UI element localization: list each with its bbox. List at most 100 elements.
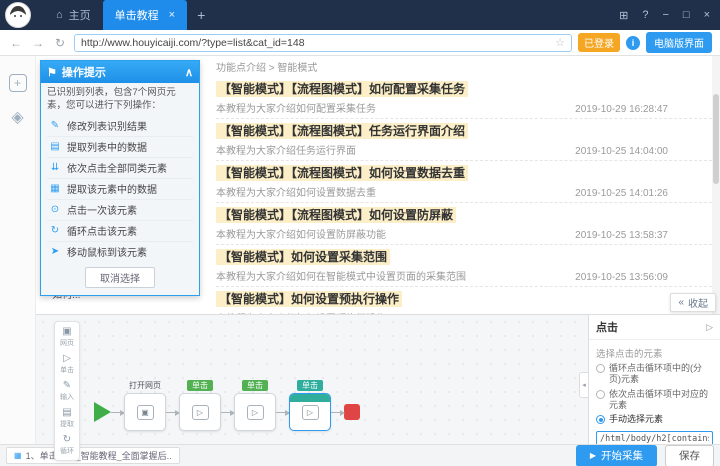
- action-label: 依次点击全部同类元素: [67, 160, 167, 175]
- article-entry: 【智能模式】【流程图模式】如何设置数据去重 本教程为大家介绍如何设置数据去重 2…: [216, 161, 712, 203]
- tips-header: ⚑ 操作提示 ∧: [41, 61, 199, 83]
- flow-diagram: 打开网页 ▣ 单击 ▷ 单击 ▷: [94, 393, 360, 431]
- loop-icon: ↻: [49, 225, 61, 236]
- action-extract-element[interactable]: ▦ 提取该元素中的数据: [47, 179, 193, 200]
- action-move-mouse[interactable]: ➤ 移动鼠标到该元素: [47, 242, 193, 262]
- radio-icon[interactable]: [596, 390, 605, 399]
- cursor-icon: ➤: [49, 246, 61, 257]
- article-title[interactable]: 【智能模式】【流程图模式】如何设置数据去重: [216, 165, 468, 181]
- forward-button[interactable]: →: [30, 36, 46, 50]
- click-icon: ▷: [63, 353, 71, 364]
- operation-tips-panel: ⚑ 操作提示 ∧ 已识别到列表，包含7个网页元素，您可以进行下列操作： ✎ 修改…: [40, 60, 200, 296]
- article-entry: 【智能模式】【流程图模式】如何设置防屏蔽 本教程为大家介绍如何设置防屏蔽功能 2…: [216, 203, 712, 245]
- titlebar: ⌂ 主页 单击教程 × + ⊞ ? − □ ×: [0, 0, 720, 30]
- tips-title: 操作提示: [62, 64, 106, 80]
- login-status-badge[interactable]: 已登录: [578, 33, 620, 52]
- save-button[interactable]: 保存: [665, 445, 714, 466]
- scrollbar-thumb[interactable]: [713, 94, 719, 184]
- start-node[interactable]: [94, 402, 111, 422]
- article-entry: 【智能模式】如何设置预执行操作 本教程为大家介绍如何设置预执行操作 2019-1…: [216, 287, 712, 314]
- node-click-2[interactable]: 单击 ▷: [234, 393, 276, 431]
- flow-connector: [166, 412, 179, 413]
- extract-icon: ▦: [49, 183, 61, 194]
- article-title[interactable]: 【智能模式】【流程图模式】如何配置采集任务: [216, 81, 468, 97]
- task-tab-label: 1、单击教程_智能教程_全面掌握后..: [26, 449, 172, 462]
- action-click-all-similar[interactable]: ⇊ 依次点击全部同类元素: [47, 158, 193, 179]
- option-manual-select[interactable]: 手动选择元素: [596, 414, 713, 425]
- action-label: 修改列表识别结果: [67, 118, 147, 133]
- article-desc: 本教程为大家介绍如何设置数据去重: [216, 184, 376, 199]
- back-button[interactable]: ←: [8, 36, 24, 50]
- tips-body: 已识别到列表，包含7个网页元素，您可以进行下列操作： ✎ 修改列表识别结果 ▤ …: [41, 83, 199, 295]
- flowchart-canvas[interactable]: ▣ 网页 ▷ 单击 ✎ 输入: [36, 315, 588, 444]
- new-task-icon[interactable]: +: [9, 74, 27, 92]
- tab-click-tutorial[interactable]: 单击教程 ×: [103, 0, 187, 30]
- click-once-icon: ⊙: [49, 204, 61, 215]
- node-click-3-selected[interactable]: 单击 ▷: [289, 393, 331, 431]
- article-title[interactable]: 【智能模式】如何设置预执行操作: [216, 291, 402, 307]
- refresh-button[interactable]: ↻: [52, 36, 68, 50]
- article-entry: 【智能模式】【流程图模式】任务运行界面介绍 本教程为大家介绍任务运行界面 201…: [216, 119, 712, 161]
- info-icon[interactable]: i: [626, 36, 640, 50]
- palette-extract[interactable]: ▤ 提取: [60, 407, 74, 429]
- action-label: 提取该元素中的数据: [67, 181, 157, 196]
- task-tab[interactable]: ▦ 1、单击教程_智能教程_全面掌握后..: [6, 447, 180, 464]
- article-title[interactable]: 【智能模式】如何设置采集范围: [216, 249, 390, 265]
- node-label: 打开网页: [129, 380, 161, 391]
- app-window: ⌂ 主页 单击教程 × + ⊞ ? − □ × ← → ↻ ☆ 已登录 i 电脑…: [0, 0, 720, 466]
- article-desc: 本教程为大家介绍如何设置预执行操作: [216, 310, 386, 314]
- bookmark-star-icon[interactable]: ☆: [555, 36, 565, 49]
- click-node-icon: ▷: [247, 405, 264, 420]
- palette-open-page[interactable]: ▣ 网页: [60, 326, 74, 348]
- collapse-bottom-panel-button[interactable]: « 收起: [670, 293, 716, 312]
- palette-input[interactable]: ✎ 输入: [60, 380, 74, 402]
- run-step-icon[interactable]: ▷: [706, 322, 713, 333]
- article-desc: 本教程为大家介绍如何在智能模式中设置页面的采集范围: [216, 268, 466, 283]
- user-avatar[interactable]: [5, 2, 31, 28]
- url-input[interactable]: [81, 37, 551, 49]
- action-loop-click[interactable]: ↻ 循环点击该元素: [47, 221, 193, 242]
- node-click-1[interactable]: 单击 ▷: [179, 393, 221, 431]
- maximize-icon[interactable]: □: [683, 9, 690, 21]
- radio-icon[interactable]: [596, 364, 605, 373]
- article-entry: 【智能模式】【流程图模式】如何配置采集任务 本教程为大家介绍如何配置采集任务 2…: [216, 77, 712, 119]
- palette-click[interactable]: ▷ 单击: [60, 353, 74, 375]
- minimize-icon[interactable]: −: [662, 9, 668, 21]
- new-tab-button[interactable]: +: [187, 0, 215, 30]
- table-icon: ▤: [49, 141, 61, 152]
- end-node[interactable]: [344, 404, 360, 420]
- section-select-element: 选择点击的元素: [596, 346, 713, 360]
- tab-close-icon[interactable]: ×: [169, 9, 175, 21]
- article-title[interactable]: 【智能模式】【流程图模式】如何设置防屏蔽: [216, 207, 456, 223]
- node-label: 单击: [297, 380, 323, 391]
- pc-view-button[interactable]: 电脑版界面: [646, 32, 712, 53]
- option-loop-matching[interactable]: 依次点击循环项中对应的元素: [596, 389, 713, 412]
- article-title[interactable]: 【智能模式】【流程图模式】任务运行界面介绍: [216, 123, 468, 139]
- bottom-bar: ▦ 1、单击教程_智能教程_全面掌握后.. ▶ 开始采集 保存: [0, 444, 720, 466]
- action-extract-list[interactable]: ▤ 提取列表中的数据: [47, 137, 193, 158]
- palette-loop[interactable]: ↻ 循环: [60, 434, 74, 456]
- extract-data-icon: ▤: [62, 407, 71, 418]
- panel-divider-handle[interactable]: ◂: [579, 372, 589, 398]
- apps-grid-icon[interactable]: ⊞: [619, 9, 628, 22]
- help-icon[interactable]: ?: [642, 9, 648, 21]
- layers-icon[interactable]: ◈: [9, 108, 27, 126]
- webpage-icon: ▣: [62, 326, 71, 337]
- action-click-once[interactable]: ⊙ 点击一次该元素: [47, 200, 193, 221]
- tips-intro-text: 已识别到列表，包含7个网页元素，您可以进行下列操作：: [47, 87, 193, 113]
- left-rail: + ◈: [0, 56, 36, 444]
- start-collection-button[interactable]: ▶ 开始采集: [576, 445, 657, 466]
- input-icon: ✎: [63, 380, 71, 391]
- node-open-page[interactable]: 打开网页 ▣: [124, 393, 166, 431]
- cancel-selection-button[interactable]: 取消选择: [85, 267, 155, 288]
- action-modify-list[interactable]: ✎ 修改列表识别结果: [47, 116, 193, 137]
- article-list: 功能点介绍 > 智能模式 【智能模式】【流程图模式】如何配置采集任务 本教程为大…: [216, 56, 712, 314]
- collapse-panel-icon[interactable]: ∧: [185, 66, 193, 79]
- xpath-input[interactable]: [596, 431, 713, 444]
- tab-home[interactable]: ⌂ 主页: [44, 0, 103, 30]
- action-label: 提取列表中的数据: [67, 139, 147, 154]
- radio-icon-selected[interactable]: [596, 415, 605, 424]
- option-loop-paging[interactable]: 循环点击循环项中的(分页)元素: [596, 363, 713, 386]
- flow-connector: [221, 412, 234, 413]
- close-icon[interactable]: ×: [704, 9, 710, 21]
